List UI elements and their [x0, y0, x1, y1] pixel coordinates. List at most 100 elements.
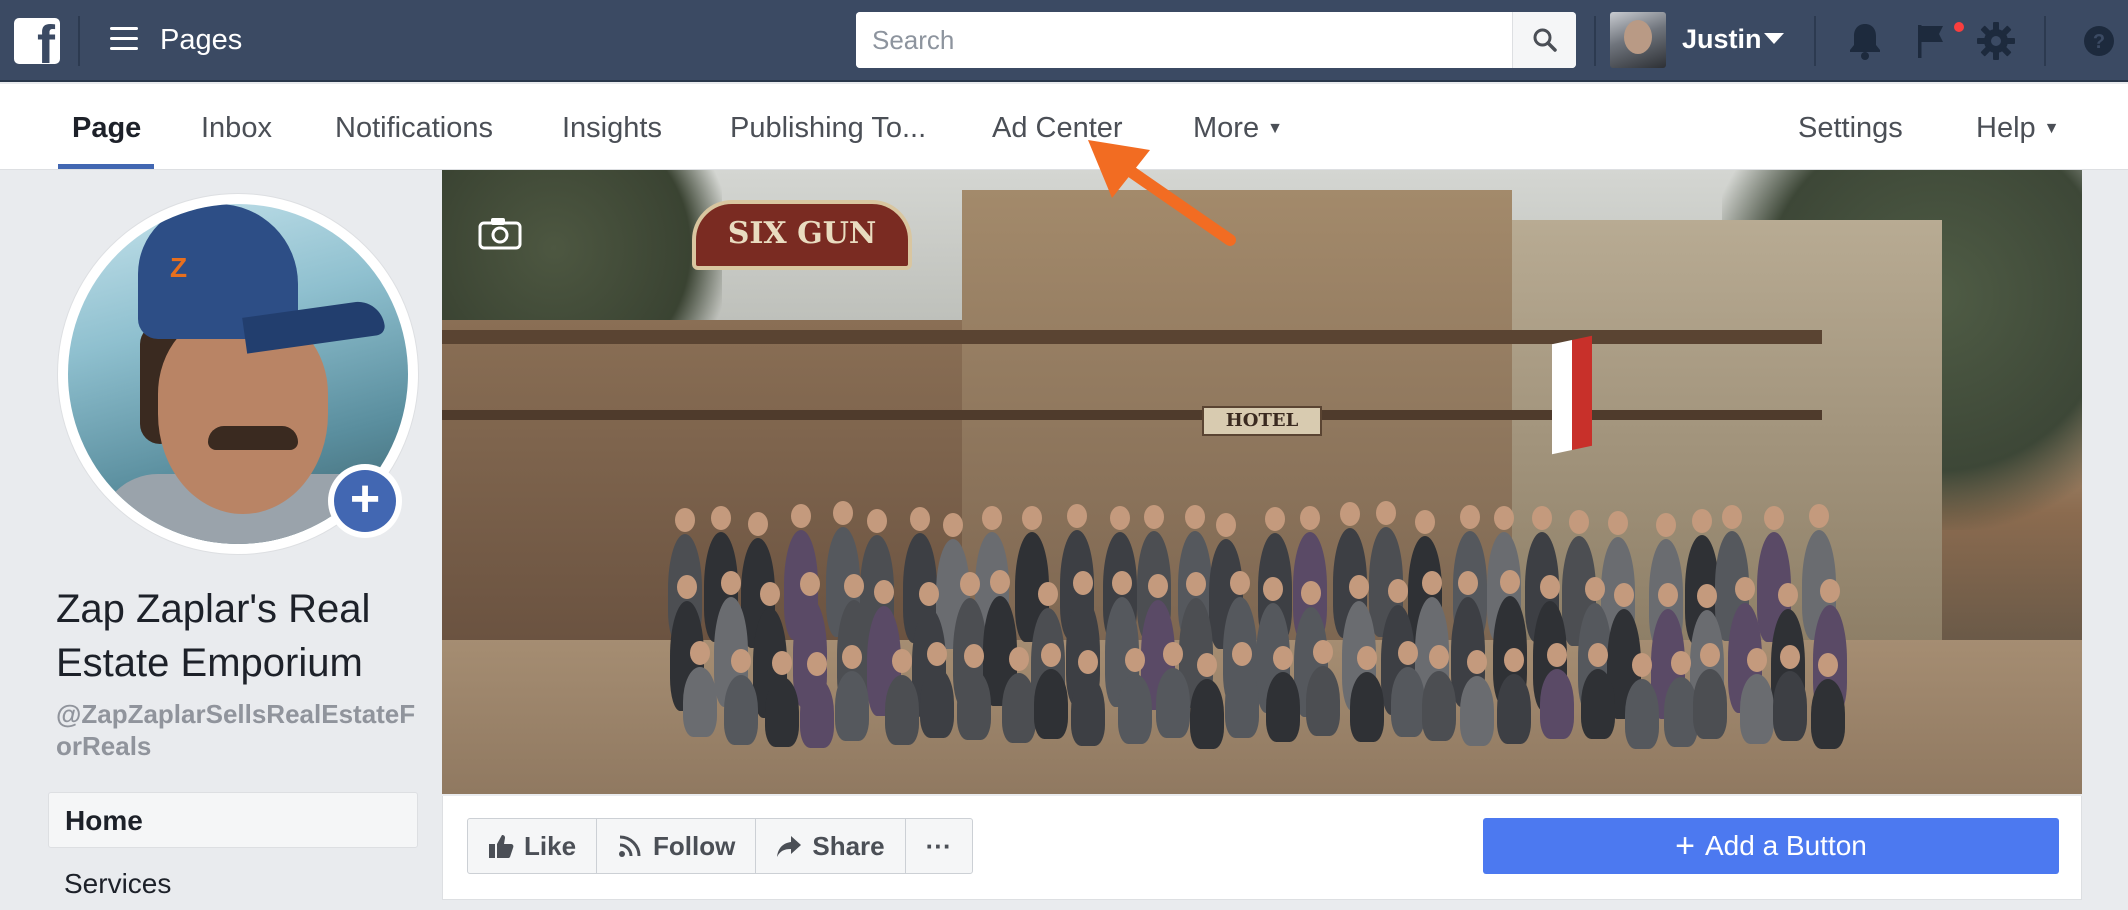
crowd-person-head: [1657, 582, 1678, 607]
page-username[interactable]: @ZapZaplarSellsRealEstateForReals: [56, 698, 426, 762]
crowd-person: [1580, 669, 1615, 740]
crowd-person-head: [1111, 570, 1132, 595]
crowd-person: [1459, 676, 1494, 747]
search-input[interactable]: [856, 12, 1512, 68]
user-name[interactable]: Justin: [1682, 24, 1762, 55]
share-label: Share: [812, 830, 885, 861]
crowd-person: [1421, 671, 1456, 742]
follow-button[interactable]: Follow: [597, 819, 757, 873]
crowd-person-head: [1608, 510, 1629, 535]
crowd-person: [1693, 668, 1728, 739]
crowd-person-head: [1348, 574, 1369, 599]
cover-photo[interactable]: SIX GUN HOTEL: [442, 170, 2082, 794]
crowd-person-head: [1185, 504, 1206, 529]
notification-badge-dot: [1952, 20, 1966, 34]
notifications-bell-icon[interactable]: [1842, 18, 1888, 64]
crowd-person: [1773, 670, 1808, 741]
crowd-person-head: [1587, 643, 1608, 668]
pages-section-title[interactable]: Pages: [160, 24, 242, 57]
crowd-person: [683, 667, 718, 738]
crowd-person: [1117, 674, 1152, 745]
facebook-logo-icon[interactable]: f: [14, 18, 60, 64]
cover-six-gun-sign: SIX GUN: [692, 200, 912, 270]
crowd-person-head: [1263, 576, 1284, 601]
share-button[interactable]: Share: [756, 819, 906, 873]
add-a-button-button[interactable]: + Add a Button: [1483, 818, 2059, 874]
crowd-person-head: [772, 650, 792, 675]
search-button[interactable]: [1512, 12, 1576, 68]
crowd-person: [1033, 668, 1068, 739]
crowd-person-head: [710, 506, 731, 531]
crowd-person: [1349, 672, 1384, 743]
tab-settings[interactable]: Settings: [1798, 112, 1903, 145]
tab-page[interactable]: Page: [72, 112, 141, 145]
more-options-button[interactable]: ···: [906, 819, 972, 873]
search-icon: [1533, 28, 1557, 52]
cover-balcony-rail: [442, 410, 1822, 420]
like-button[interactable]: Like: [468, 819, 598, 873]
tab-help-label: Help: [1976, 112, 2036, 144]
crowd-person: [1070, 676, 1105, 747]
crowd-person: [1190, 678, 1224, 749]
crowd-person-head: [1819, 578, 1840, 603]
crowd-person: [1155, 668, 1190, 739]
add-a-button-label: Add a Button: [1704, 830, 1867, 861]
tab-help[interactable]: Help ▼: [1976, 112, 2060, 145]
divider: [1814, 16, 1816, 66]
crowd-person-head: [1808, 503, 1829, 528]
tab-publishing-tools[interactable]: Publishing To...: [730, 112, 926, 145]
crowd-person-head: [891, 649, 912, 674]
crowd-person-head: [918, 582, 939, 607]
crowd-person-head: [1067, 503, 1088, 528]
crowd-person-head: [721, 571, 742, 596]
crowd-person-head: [1264, 506, 1285, 531]
crowd-person-head: [1655, 512, 1676, 537]
crowd-person-head: [841, 645, 862, 670]
tab-notifications[interactable]: Notifications: [335, 112, 493, 145]
tab-insights[interactable]: Insights: [562, 112, 662, 145]
help-question-icon[interactable]: ?: [2076, 18, 2122, 64]
crowd-person-head: [730, 649, 751, 674]
crowd-person-head: [1493, 506, 1514, 531]
crowd-person-head: [1301, 580, 1322, 605]
caret-down-icon: ▼: [2043, 120, 2060, 138]
add-profile-photo-button[interactable]: +: [328, 464, 402, 538]
flag-icon[interactable]: [1910, 18, 1956, 64]
camera-icon[interactable]: [478, 216, 522, 250]
cover-hotel-sign: HOTEL: [1202, 406, 1322, 436]
crowd-person-head: [982, 506, 1003, 531]
crowd-person: [1001, 673, 1036, 744]
page-action-button-group: Like Follow Share ···: [467, 818, 973, 874]
left-nav-item-services[interactable]: Services: [64, 868, 171, 900]
crowd-person-head: [1376, 501, 1397, 526]
crowd-person: [1810, 678, 1845, 749]
crowd-person: [1540, 669, 1575, 740]
crowd-person-head: [1143, 504, 1164, 529]
user-avatar[interactable]: [1610, 12, 1666, 68]
cover-texas-flag: [1552, 335, 1592, 455]
crowd-person: [1266, 671, 1300, 742]
user-menu-caret-icon[interactable]: [1764, 33, 1784, 44]
gear-icon[interactable]: [1973, 18, 2019, 64]
left-nav-home-label: Home: [65, 805, 143, 836]
crowd-person: [1497, 673, 1532, 744]
divider: [2044, 16, 2046, 66]
crowd-person-head: [942, 513, 963, 538]
rss-follow-icon: [619, 835, 641, 857]
crowd-person-head: [1763, 505, 1784, 530]
crowd-person-head: [1230, 571, 1251, 596]
annotation-arrow-icon: [1088, 140, 1236, 246]
crowd-person-head: [1040, 642, 1061, 667]
page-tab-bar: Page Inbox Notifications Insights Publis…: [0, 84, 2128, 170]
crowd-person-head: [1022, 505, 1043, 530]
crowd-person-head: [1460, 504, 1481, 529]
crowd-person-head: [677, 575, 698, 600]
thumbs-up-icon: [489, 835, 514, 858]
follow-label: Follow: [653, 830, 736, 861]
hamburger-menu-icon[interactable]: [110, 27, 138, 53]
left-nav-item-home[interactable]: Home: [48, 792, 418, 848]
crowd-person-head: [1504, 647, 1525, 672]
crowd-person: [1624, 679, 1659, 750]
tab-inbox[interactable]: Inbox: [201, 112, 272, 145]
crowd-person: [765, 676, 799, 747]
